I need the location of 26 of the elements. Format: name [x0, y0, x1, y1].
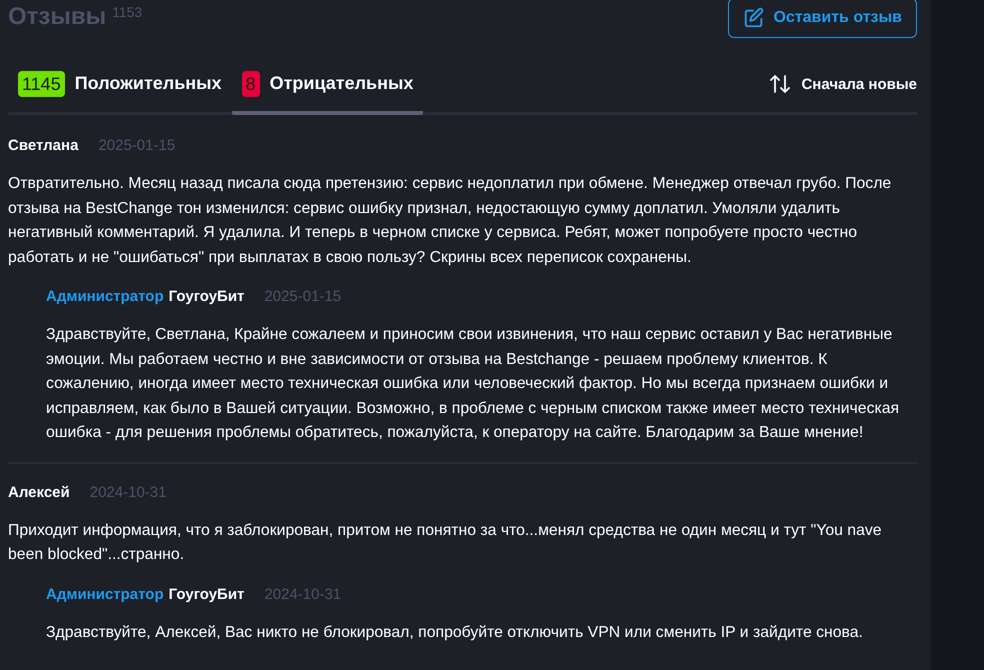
count-badge: 8	[242, 70, 260, 96]
filter-tab[interactable]: 1145 Положительных	[8, 56, 232, 115]
sort-control[interactable]: Сначала новые	[769, 56, 917, 112]
review-text: Отвратительно. Месяц назад писала сюда претензию: сервис недоплатил при обмене. Менеджер отвечал грубо. После отзыва на BestChange тон изменился: сервис ошибку признал, недостающую сумму доплатил. Умоляли удалить негативный комментарий. Я удалила. И теперь в черном списке у сервиса. Ребят, может попробуете просто честно работать и не "ошибаться" при выплатах в свою пользу? Скрины всех переписок сохранены.	[8, 174, 892, 268]
admin-role: Администратор	[46, 288, 164, 305]
reply-author: ГоугоуБит	[168, 288, 244, 305]
edit-icon	[743, 7, 766, 29]
tab-label: Отрицательных	[270, 73, 414, 94]
reply-text: Здравствуйте, Светлана, Крайне сожалеем и приносим свои извинения, что наш сервис оставил у Вас негативные эмоции. Мы работаем честно и вне зависимости от отзыва на Bestchange - решаем проблему клиентов. К сожалению, иногда имеет место техническая ошибка или человеческий фактор. Но мы всегда признаем ошибки и исправляем, как было в Вашей ситуации. Возможно, в проблеме с черным списком также имеет место техническая ошибка - для решения проблемы обратитесь, пожалуйста, к оператору на сайте. Благодарим за Ваше мнение!	[46, 325, 900, 443]
count-badge: 1145	[18, 70, 65, 96]
filter-tab[interactable]: 8 Отрицательных	[232, 56, 424, 115]
review-date: 2025-01-15	[98, 137, 176, 154]
review-text: Приходит информация, что я заблокирован, притом не понятно за что...менял средства не один месяц и тут "You nave been blocked"...странно.	[8, 520, 883, 565]
review-author: Алексей	[8, 484, 70, 500]
leave-review-button[interactable]: Оставить отзыв	[728, 0, 917, 38]
admin-role: Администратор	[46, 586, 164, 602]
reviews-count: 1153	[112, 4, 142, 20]
review-date: 2024-10-31	[90, 484, 166, 500]
reply-text: Здравствуйте, Алексей, Вас никто не блокировал, попробуйте отключить VPN или сменить IP и зайдите снова.	[46, 622, 864, 642]
reply-author: ГоугоуБит	[168, 586, 244, 602]
reply-date: 2025-01-15	[264, 288, 342, 305]
reviews-title: Отзывы	[8, 2, 106, 32]
sort-icon	[769, 73, 792, 95]
reply-date: 2024-10-31	[264, 586, 342, 602]
tab-label: Положительных	[74, 73, 222, 94]
review-author: Светлана	[8, 137, 78, 154]
